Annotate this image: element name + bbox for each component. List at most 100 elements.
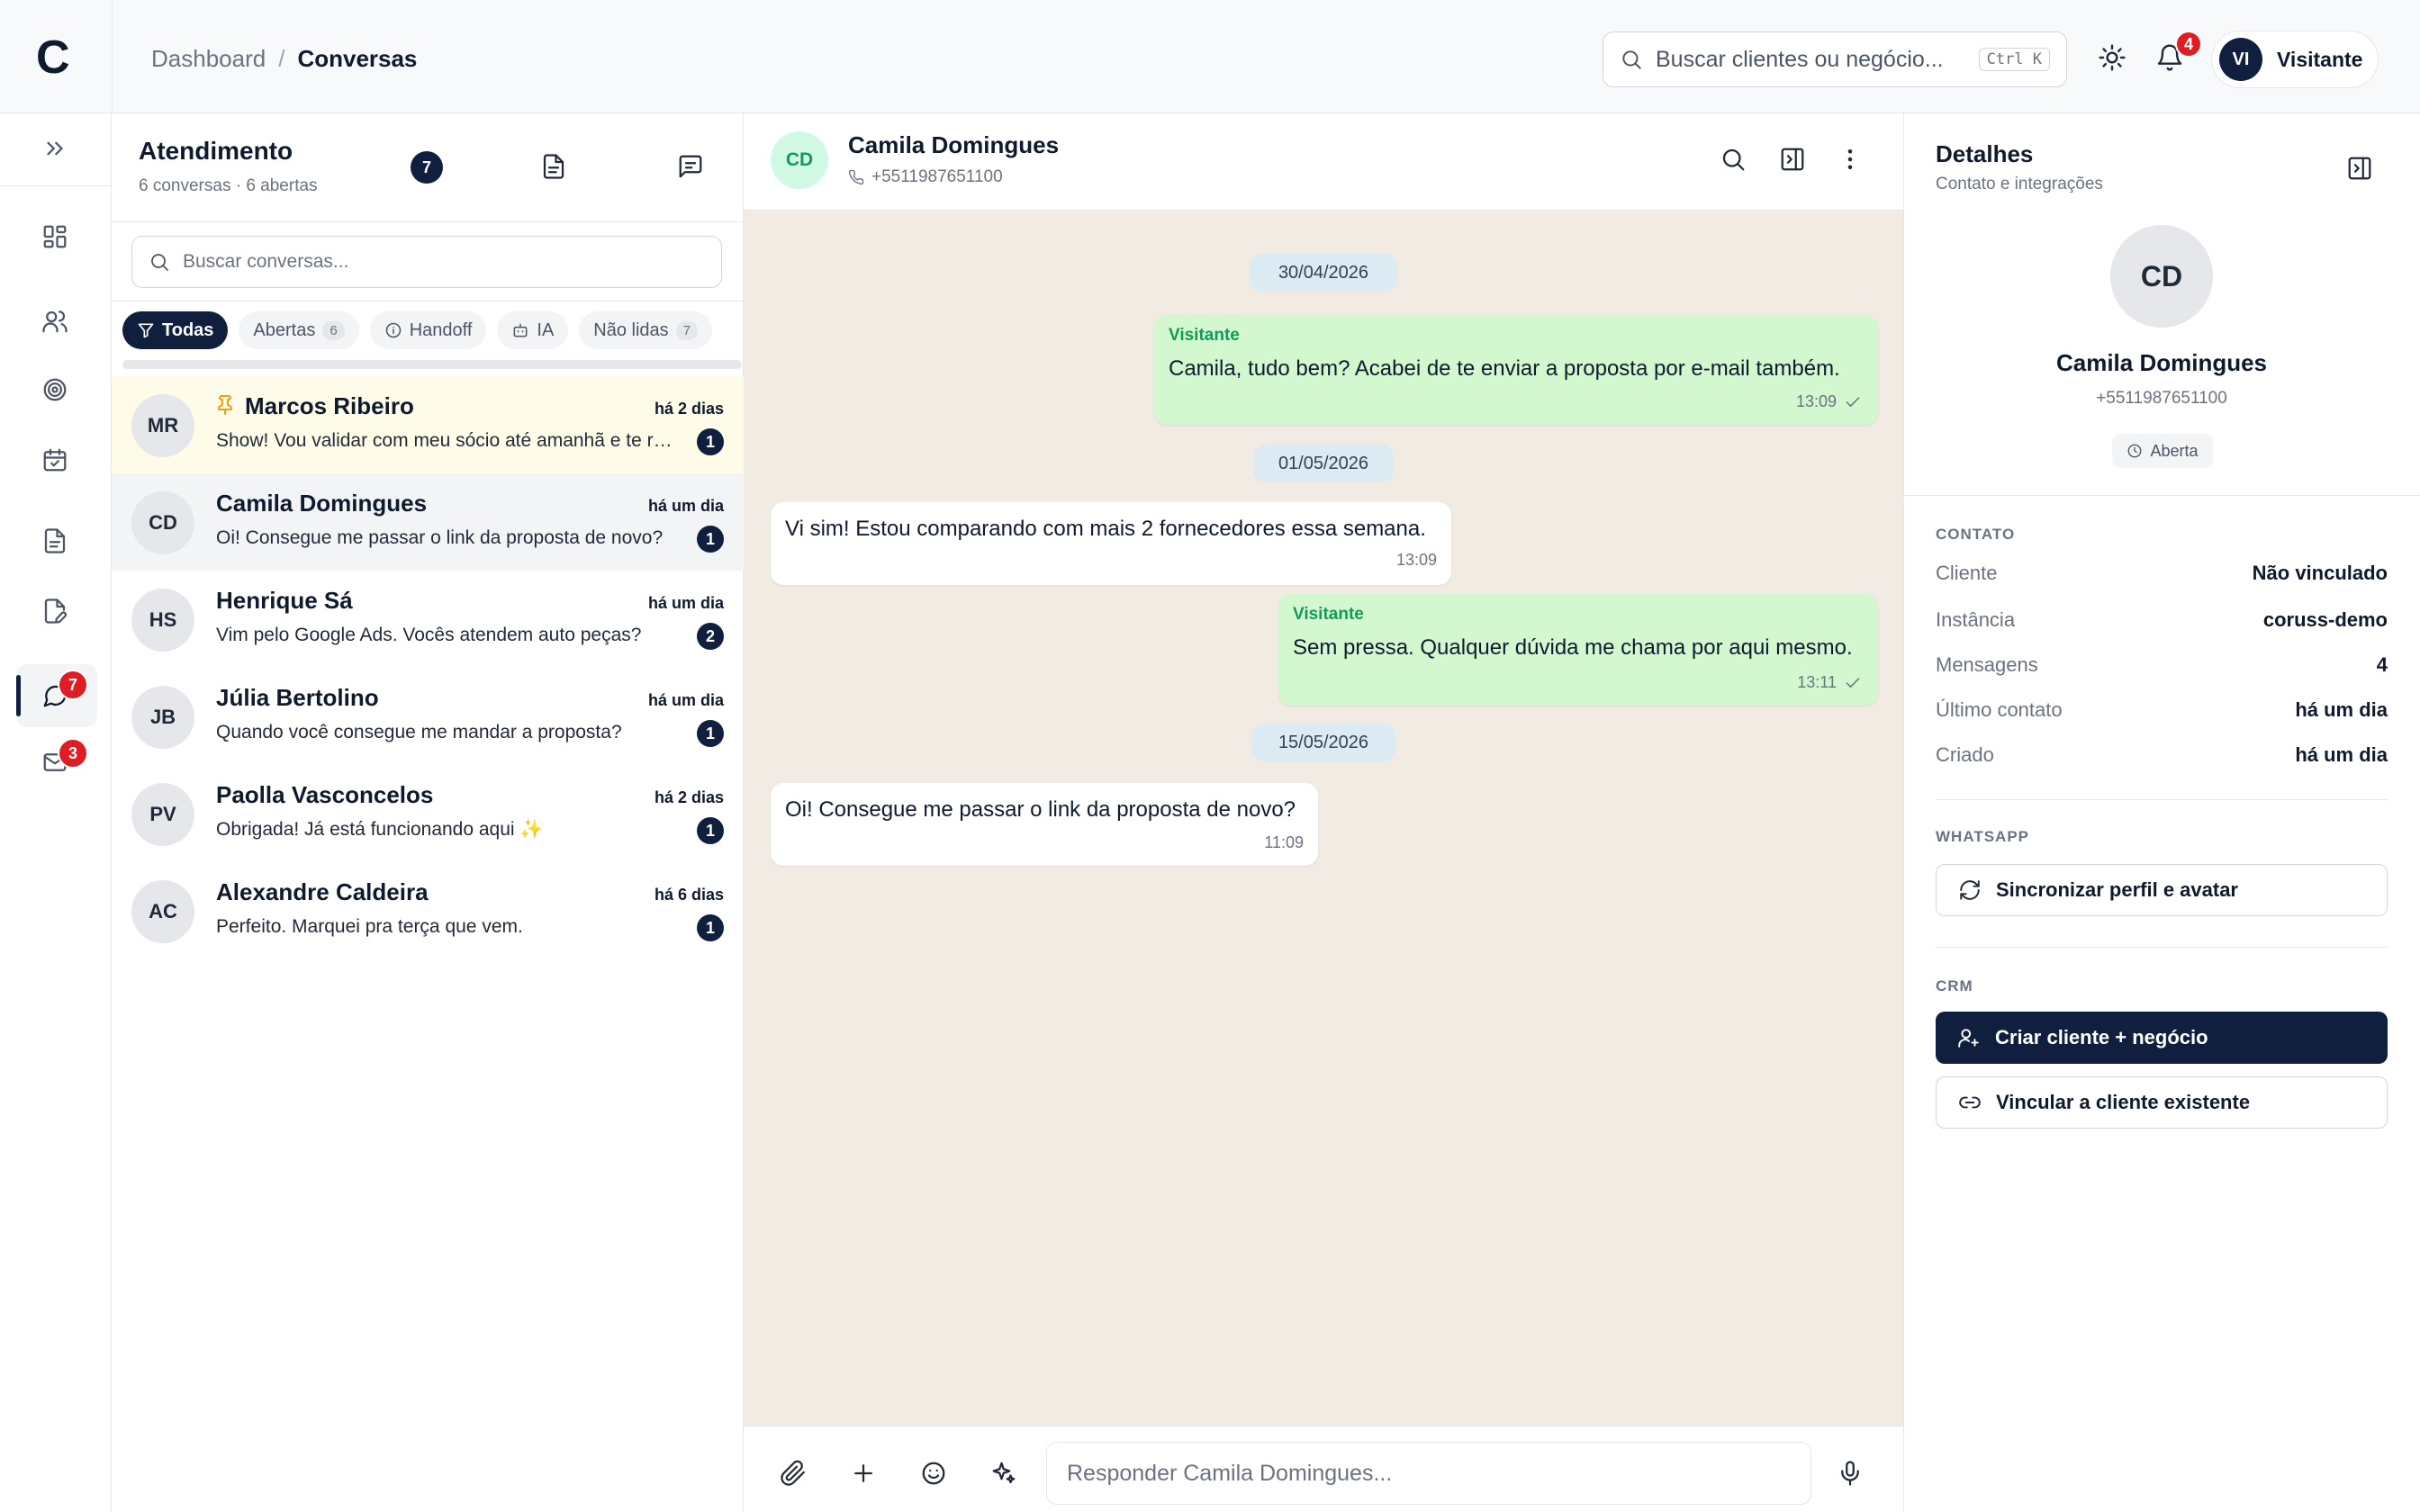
avatar: HS: [131, 589, 194, 652]
conversation-time: há 6 dias: [654, 886, 724, 904]
chat-search-button[interactable]: [1720, 146, 1747, 173]
conversation-search-input[interactable]: Buscar conversas...: [183, 251, 348, 273]
list-item[interactable]: PV Paolla Vasconcelos há 2 dias Obrigada…: [112, 765, 744, 862]
smile-icon: [920, 1460, 947, 1487]
nav-documents[interactable]: [41, 527, 68, 554]
details-subtitle: Contato e integrações: [1936, 175, 2103, 194]
list-item[interactable]: JB Júlia Bertolino há um dia Quando você…: [112, 668, 744, 765]
phone-icon: [848, 169, 864, 185]
toggle-details-button[interactable]: [1779, 146, 1806, 173]
conversation-name: Alexandre Caldeira: [216, 878, 429, 905]
collapse-details-button[interactable]: [2346, 155, 2373, 182]
user-name: Visitante: [2277, 47, 2363, 71]
user-menu[interactable]: VI Visitante: [2211, 31, 2379, 88]
voice-button[interactable]: [1837, 1460, 1864, 1487]
section-divider: [1936, 799, 2388, 800]
breadcrumb-dashboard[interactable]: Dashboard: [151, 45, 266, 73]
check-icon: [1844, 674, 1862, 692]
unread-badge: 1: [697, 817, 724, 844]
logo-divider: [112, 0, 113, 113]
conversations-badge: 7: [58, 670, 88, 700]
breadcrumb: Dashboard / Conversas: [151, 45, 417, 73]
list-item[interactable]: CD Camila Domingues há um dia Oi! Conseg…: [112, 473, 744, 571]
create-client-deal-button[interactable]: Criar cliente + negócio: [1936, 1012, 2388, 1064]
conversation-time: há um dia: [647, 594, 724, 612]
status-label: Aberta: [2150, 441, 2199, 460]
details-title: Detalhes: [1936, 140, 2034, 167]
detail-label: Instância: [1936, 608, 2016, 631]
calendar-check-icon: [41, 446, 68, 473]
nav-goals[interactable]: [41, 376, 68, 403]
conversation-search[interactable]: Buscar conversas...: [131, 236, 722, 288]
message-text: Sem pressa. Qualquer dúvida me chama por…: [1293, 635, 1853, 660]
whatsapp-section-title: WHATSAPP: [1936, 828, 2030, 845]
message-text: Oi! Consegue me passar o link da propost…: [785, 797, 1296, 822]
sun-icon: [2098, 43, 2127, 72]
nav-dashboard[interactable]: [41, 223, 68, 250]
conversation-name: Júlia Bertolino: [216, 684, 379, 711]
conversation-preview: Perfeito. Marquei pra terça que vem.: [216, 916, 523, 937]
list-count-badge: 7: [411, 151, 443, 184]
link-existing-client-button[interactable]: Vincular a cliente existente: [1936, 1076, 2388, 1129]
rail-divider: [0, 185, 112, 186]
mail-badge: 3: [58, 738, 88, 769]
message-incoming: Oi! Consegue me passar o link da propost…: [771, 783, 1318, 866]
user-avatar: VI: [2219, 38, 2262, 81]
sync-profile-button[interactable]: Sincronizar perfil e avatar: [1936, 864, 2388, 916]
message-time: 13:09: [1795, 392, 1837, 410]
attach-button[interactable]: [780, 1460, 807, 1487]
conversation-time: há 2 dias: [654, 400, 724, 418]
message-time: 11:09: [1264, 833, 1304, 851]
filter-scrollbar[interactable]: [122, 360, 742, 369]
filter-todas[interactable]: Todas: [122, 311, 229, 349]
global-search-input[interactable]: Buscar clientes ou negócio...: [1656, 47, 1966, 73]
clock-icon: [2127, 443, 2143, 459]
chat-avatar: CD: [771, 131, 828, 189]
message-text: Camila, tudo bem? Acabei de te enviar a …: [1169, 356, 1840, 381]
theme-toggle-button[interactable]: [2098, 43, 2127, 72]
new-conversation-button[interactable]: [677, 153, 704, 180]
reply-input[interactable]: Responder Camila Domingues...: [1046, 1442, 1811, 1505]
nav-contracts[interactable]: [41, 598, 68, 625]
chevrons-right-icon: [41, 135, 68, 162]
check-icon: [1844, 393, 1862, 411]
detail-label: Último contato: [1936, 698, 2063, 721]
nav-clients[interactable]: [41, 308, 68, 335]
chat-more-button[interactable]: [1837, 146, 1864, 173]
detail-value: coruss-demo: [2262, 608, 2388, 631]
templates-button[interactable]: [540, 153, 567, 180]
app-logo[interactable]: C: [36, 32, 70, 83]
panel-right-icon: [2346, 155, 2373, 182]
add-button[interactable]: [850, 1460, 877, 1487]
nav-calendar[interactable]: [41, 446, 68, 473]
conversation-name: Henrique Sá: [216, 587, 353, 614]
message-square-icon: [677, 153, 704, 180]
message-time: 13:11: [1797, 673, 1837, 691]
link-icon: [1958, 1091, 1982, 1114]
ai-assist-button[interactable]: [990, 1460, 1017, 1487]
message-outgoing: Visitante Camila, tudo bem? Acabei de te…: [1154, 315, 1878, 425]
filter-abertas[interactable]: Abertas 6: [239, 311, 359, 349]
microphone-icon: [1837, 1460, 1864, 1487]
avatar: PV: [131, 783, 194, 846]
unread-badge: 1: [697, 428, 724, 455]
list-header-divider: [112, 221, 744, 222]
conversation-preview: Vim pelo Google Ads. Vocês atendem auto …: [216, 625, 642, 645]
list-item[interactable]: AC Alexandre Caldeira há 6 dias Perfeito…: [112, 862, 744, 959]
list-item[interactable]: HS Henrique Sá há um dia Vim pelo Google…: [112, 571, 744, 668]
expand-rail-button[interactable]: [41, 135, 68, 162]
list-item[interactable]: MR Marcos Ribeiro há 2 dias Show! Vou va…: [112, 376, 744, 473]
detail-value: há um dia: [2295, 743, 2388, 766]
detail-label: Criado: [1936, 743, 1994, 766]
date-separator: 01/05/2026: [1253, 445, 1394, 482]
filter-handoff[interactable]: Handoff: [369, 311, 487, 349]
filter-nao-lidas[interactable]: Não lidas 7: [579, 311, 713, 349]
info-icon: [384, 321, 402, 339]
contact-section-title: CONTATO: [1936, 526, 2016, 543]
filter-ia[interactable]: IA: [497, 311, 569, 349]
notifications-badge: 4: [2175, 31, 2202, 58]
filter-nao-lidas-count: 7: [675, 320, 699, 340]
conversation-time: há um dia: [647, 691, 724, 709]
emoji-button[interactable]: [920, 1460, 947, 1487]
global-search[interactable]: Buscar clientes ou negócio... Ctrl K: [1603, 32, 2067, 87]
